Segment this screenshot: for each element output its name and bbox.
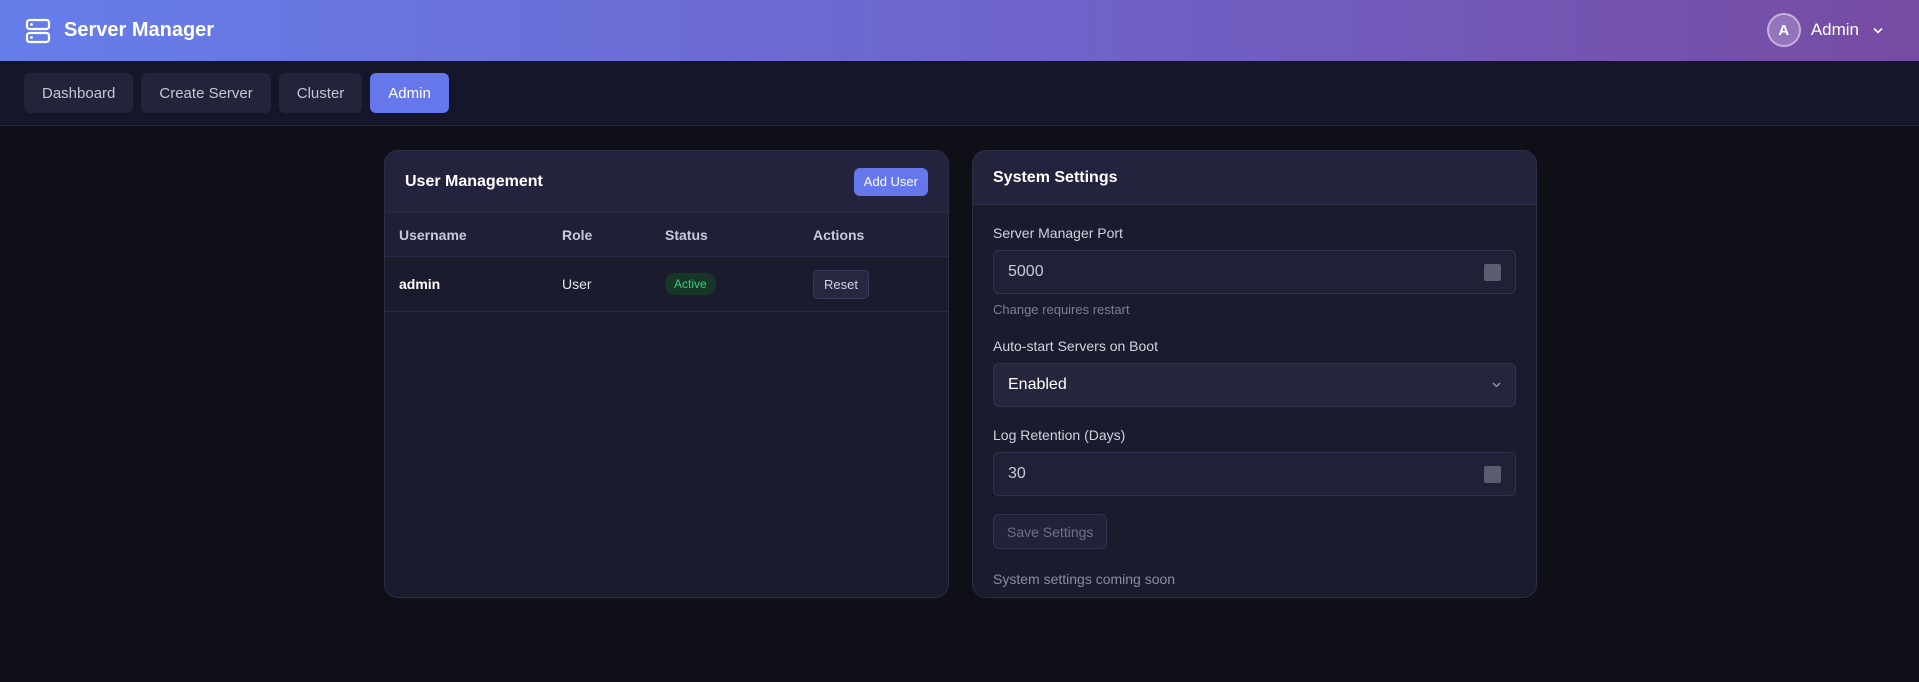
column-header-actions: Actions xyxy=(799,212,948,257)
panel-title: User Management xyxy=(405,172,543,190)
retention-value: 30 xyxy=(1008,465,1026,482)
tab-admin[interactable]: Admin xyxy=(370,73,449,113)
chevron-down-icon xyxy=(1492,379,1501,391)
role-cell: User xyxy=(548,256,651,312)
actions-cell: Reset xyxy=(799,256,948,312)
username-cell: admin xyxy=(385,256,548,312)
save-settings-button[interactable]: Save Settings xyxy=(993,514,1108,549)
autostart-value: Enabled xyxy=(1008,376,1067,393)
port-input[interactable]: 5000 xyxy=(993,250,1516,294)
app-title: Server Manager xyxy=(64,19,215,41)
system-settings-header: System Settings xyxy=(973,151,1536,205)
number-stepper-icon[interactable] xyxy=(1484,465,1501,483)
main-nav: Dashboard Create Server Cluster Admin xyxy=(0,61,1919,126)
tab-cluster[interactable]: Cluster xyxy=(278,73,363,113)
retention-label: Log Retention (Days) xyxy=(993,427,1126,443)
port-label: Server Manager Port xyxy=(993,225,1123,241)
avatar: A xyxy=(1766,13,1801,47)
panel-title: System Settings xyxy=(993,168,1118,186)
reset-button[interactable]: Reset xyxy=(813,269,869,299)
users-table: Username Role Status Actions admin User … xyxy=(385,212,948,312)
tab-create-server[interactable]: Create Server xyxy=(141,73,271,113)
column-header-username[interactable]: Username xyxy=(385,212,548,257)
app-header: Server Manager A Admin xyxy=(0,0,1919,61)
chevron-down-icon xyxy=(1873,23,1883,37)
number-stepper-icon[interactable] xyxy=(1484,263,1501,281)
server-icon xyxy=(24,17,52,45)
status-cell: Active xyxy=(651,256,799,312)
table-row: admin User Active Reset xyxy=(385,256,948,312)
add-user-button[interactable]: Add User xyxy=(853,167,928,196)
settings-note: System settings coming soon xyxy=(993,571,1176,587)
table-header-row: Username Role Status Actions xyxy=(385,212,948,257)
autostart-select[interactable]: Enabled xyxy=(993,363,1516,407)
user-menu[interactable]: A Admin xyxy=(1766,13,1883,47)
settings-form: Server Manager Port 5000 Change requires… xyxy=(973,205,1536,587)
retention-input[interactable]: 30 xyxy=(993,452,1516,496)
user-management-panel: User Management Add User Username Role S… xyxy=(384,150,949,598)
status-badge: Active xyxy=(665,273,716,295)
user-name: Admin xyxy=(1810,20,1859,39)
brand[interactable]: Server Manager xyxy=(24,17,214,45)
column-header-status[interactable]: Status xyxy=(651,212,799,257)
port-value: 5000 xyxy=(1008,263,1044,280)
tab-dashboard[interactable]: Dashboard xyxy=(24,73,134,113)
port-help-text: Change requires restart xyxy=(993,302,1130,317)
user-management-header: User Management Add User xyxy=(385,151,948,212)
column-header-role[interactable]: Role xyxy=(548,212,651,257)
system-settings-panel: System Settings Server Manager Port 5000… xyxy=(972,150,1537,598)
autostart-label: Auto-start Servers on Boot xyxy=(993,338,1158,354)
